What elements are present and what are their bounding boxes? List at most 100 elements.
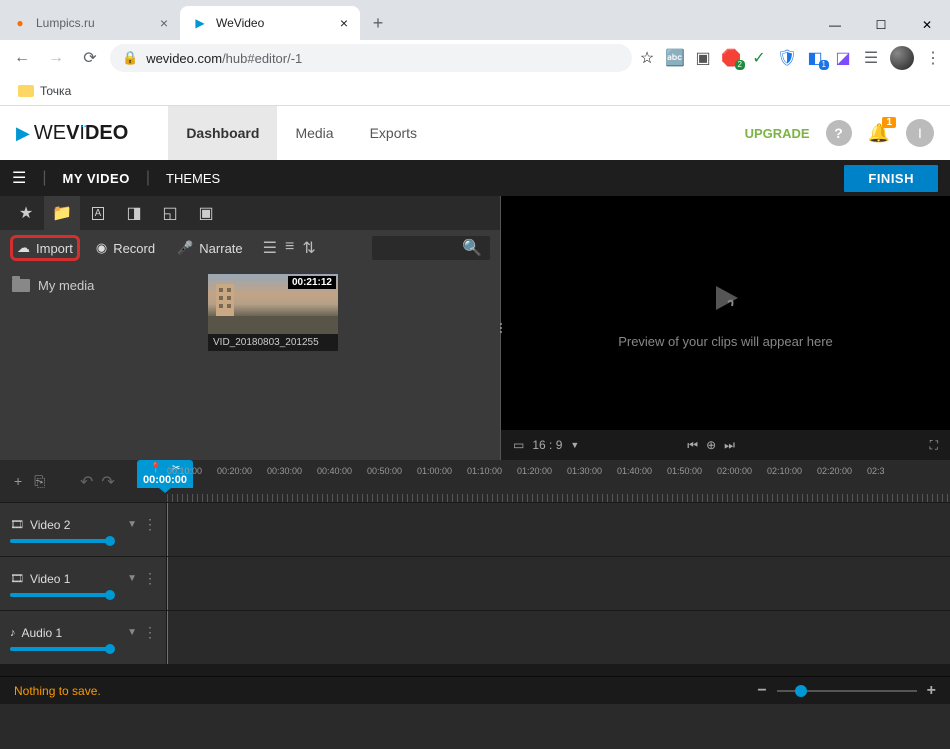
tab-dashboard[interactable]: Dashboard [168, 106, 277, 160]
zoom-in-button[interactable]: + [927, 682, 936, 700]
preview-area: Preview of your clips will appear here [501, 196, 950, 430]
menu-icon[interactable]: ⋮ [924, 49, 942, 67]
ext-shield-icon[interactable]: 🛡 [778, 49, 796, 67]
timeline: + ⎘ ↶ ↷ 📍✂ 00:00:00 00:10:0000:20:0000:3… [0, 460, 950, 676]
finish-button[interactable]: FINISH [844, 165, 938, 192]
tab-exports[interactable]: Exports [352, 106, 435, 160]
sort-filter-icon[interactable]: ≡ [285, 238, 294, 258]
browser-tab-wevideo[interactable]: ▶ WeVideo × [180, 6, 360, 40]
ruler-mark: 00:20:00 [217, 466, 267, 494]
zoom-out-button[interactable]: − [757, 682, 766, 700]
redo-button[interactable]: ↷ [101, 472, 114, 492]
ext-purple-icon[interactable]: ◪ [834, 49, 852, 67]
media-clip[interactable]: 00:21:12 VID_20180803_201255 [208, 274, 338, 351]
chevron-down-icon[interactable]: ▼ [127, 627, 137, 638]
reading-list-icon[interactable]: ☰ [862, 49, 880, 67]
sort-asc-icon[interactable]: ⇅ [302, 238, 315, 258]
clip-duration: 00:21:12 [288, 276, 336, 289]
sub-header: ☰ | MY VIDEO | THEMES FINISH [0, 160, 950, 196]
add-track-button[interactable]: + [14, 473, 22, 489]
new-tab-button[interactable]: + [364, 9, 392, 37]
ext-cube-icon[interactable]: ◧1 [806, 49, 824, 67]
user-avatar[interactable]: I [906, 119, 934, 147]
backgrounds-tab[interactable]: ▣ [188, 196, 224, 230]
next-button[interactable]: ⏭ [724, 438, 735, 453]
search-input[interactable]: 🔍 [372, 236, 490, 260]
star-icon[interactable]: ☆ [638, 49, 656, 67]
back-button[interactable]: ← [8, 44, 36, 72]
preview-panel: Preview of your clips will appear here ▭… [500, 196, 950, 460]
url-domain: wevideo.com [146, 51, 222, 66]
bookmark-item[interactable]: Точка [12, 80, 77, 102]
hamburger-icon[interactable]: ☰ [12, 168, 26, 188]
profile-avatar[interactable] [890, 46, 914, 70]
timeline-ruler[interactable]: + ⎘ ↶ ↷ 📍✂ 00:00:00 00:10:0000:20:0000:3… [0, 460, 950, 502]
close-window-button[interactable]: ✕ [904, 10, 950, 40]
sort-list-icon[interactable]: ☰ [263, 238, 277, 258]
track-menu-button[interactable]: ⋮ [143, 624, 156, 641]
prev-button[interactable]: ⏮ [687, 438, 698, 453]
wevideo-logo[interactable]: ▶ WEVIDEO [16, 122, 128, 145]
reload-button[interactable]: ⟳ [76, 44, 104, 72]
import-label: Import [36, 241, 73, 256]
upgrade-button[interactable]: UPGRADE [745, 126, 810, 141]
themes-link[interactable]: THEMES [166, 171, 220, 186]
logo-text-4: DEO [85, 122, 128, 144]
track-body[interactable] [167, 503, 950, 556]
close-tab-icon[interactable]: × [160, 15, 168, 31]
notifications-button[interactable]: 🔔 1 [868, 123, 890, 144]
record-icon: ◉ [96, 240, 107, 256]
chevron-down-icon[interactable]: ▼ [570, 440, 579, 450]
track-menu-button[interactable]: ⋮ [143, 516, 156, 533]
track-menu-button[interactable]: ⋮ [143, 570, 156, 587]
tab-title: Lumpics.ru [36, 16, 95, 30]
ext-check-icon[interactable]: ✓ [750, 49, 768, 67]
separator: | [42, 169, 46, 187]
ext-translate-icon[interactable]: 🔤 [666, 49, 684, 67]
track-body[interactable] [167, 557, 950, 610]
zoom-slider[interactable] [777, 690, 917, 692]
window-controls: — ☐ ✕ [812, 10, 950, 40]
media-tab[interactable]: 📁 [44, 196, 80, 230]
project-name[interactable]: MY VIDEO [63, 171, 130, 186]
marker-icon: 📍 [150, 463, 162, 474]
import-button[interactable]: ☁ Import [10, 235, 80, 261]
undo-button[interactable]: ↶ [80, 472, 93, 492]
record-button[interactable]: ◉ Record [90, 236, 161, 260]
copy-button[interactable]: ⎘ [34, 473, 45, 490]
track-body[interactable] [167, 611, 950, 664]
graphics-tab[interactable]: ◱ [152, 196, 188, 230]
header-tabs: Dashboard Media Exports [168, 106, 435, 160]
ruler-mark: 02:10:00 [767, 466, 817, 494]
aspect-ratio-label[interactable]: 16 : 9 [532, 438, 562, 452]
maximize-button[interactable]: ☐ [858, 10, 904, 40]
folder-my-media[interactable]: My media [8, 274, 192, 297]
help-button[interactable]: ? [826, 120, 852, 146]
ext-adblock-icon[interactable]: 🛑2 [722, 49, 740, 67]
text-tab[interactable]: A [80, 196, 116, 230]
url-path: /hub#editor/-1 [222, 51, 302, 66]
url-input[interactable]: 🔒 wevideo.com/hub#editor/-1 [110, 44, 632, 72]
fullscreen-icon[interactable]: ⛶ [930, 438, 938, 453]
ext-qr-icon[interactable]: ▣ [694, 49, 712, 67]
close-tab-icon[interactable]: × [340, 15, 348, 31]
opacity-slider[interactable] [10, 593, 110, 597]
opacity-slider[interactable] [10, 539, 110, 543]
transitions-tab[interactable]: ◨ [116, 196, 152, 230]
display-icon[interactable]: ▭ [513, 438, 524, 452]
volume-slider[interactable] [10, 647, 110, 651]
play-button[interactable]: ⊕ [706, 438, 716, 453]
timeline-scrollbar[interactable] [0, 664, 950, 676]
chevron-down-icon[interactable]: ▼ [127, 519, 137, 530]
chevron-down-icon[interactable]: ▼ [127, 573, 137, 584]
resize-handle[interactable] [498, 313, 504, 343]
ruler-mark: 00:10:00 [167, 466, 217, 494]
narrate-button[interactable]: 🎤 Narrate [171, 236, 249, 260]
save-status: Nothing to save. [14, 684, 101, 698]
lock-icon: 🔒 [122, 50, 138, 66]
browser-tab-lumpics[interactable]: ● Lumpics.ru × [0, 6, 180, 40]
favorites-tab[interactable]: ★ [8, 196, 44, 230]
tab-media[interactable]: Media [277, 106, 351, 160]
minimize-button[interactable]: — [812, 10, 858, 40]
forward-button[interactable]: → [42, 44, 70, 72]
